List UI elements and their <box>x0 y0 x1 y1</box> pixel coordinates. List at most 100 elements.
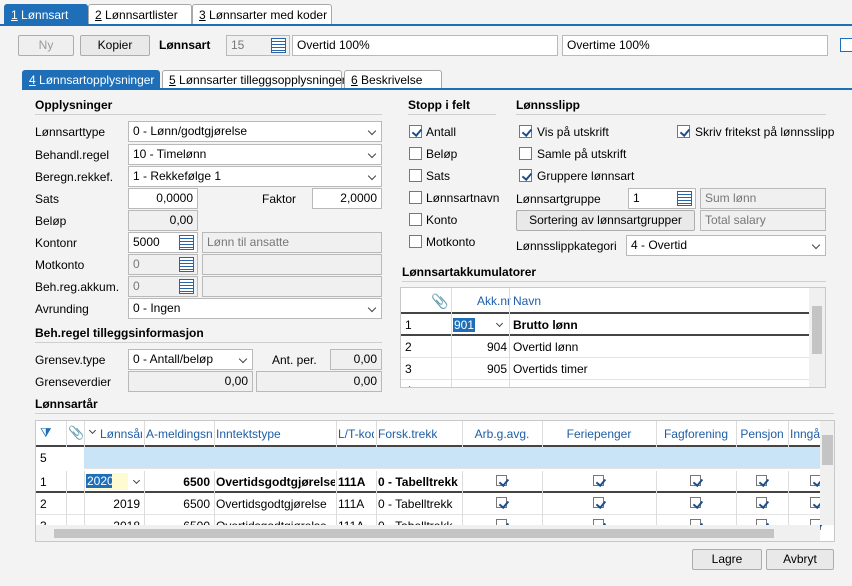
grid-checkbox[interactable] <box>756 497 767 508</box>
akk-col-akknr[interactable]: Akk.nr <box>477 294 511 308</box>
gruppe-input[interactable]: 1 <box>628 188 696 209</box>
new-row[interactable]: 5 <box>36 447 820 469</box>
lonnsartar-grid: ⧩ 📎 Lønnsår A-meldingsnr Inntektstype L/T-kod… <box>35 420 835 542</box>
lonnsartar-col-header[interactable]: Arb.g.avg. <box>464 427 540 441</box>
lagre-button[interactable]: Lagre <box>692 549 762 570</box>
lonnsarttype-select[interactable]: 0 - Lønn/godtgjørelse <box>128 121 382 142</box>
new-button[interactable]: Ny <box>18 35 74 56</box>
scroll-thumb[interactable] <box>822 435 833 465</box>
sats-input[interactable]: 0,0000 <box>128 188 198 209</box>
vis-label: Vis på utskrift <box>537 125 609 139</box>
lonnsartar-col-header[interactable]: A-meldingsnr <box>146 427 212 441</box>
grid-checkbox[interactable] <box>690 475 701 486</box>
kategori-select[interactable]: 4 - Overtid <box>626 235 826 256</box>
sortering-button[interactable]: Sortering av lønnsartgrupper <box>516 210 695 231</box>
lonnsarttype-label: Lønnsarttype <box>35 125 106 139</box>
belop-input[interactable]: 0,00 <box>128 210 198 231</box>
tab-lonnsartopplysninger[interactable]: 4 Lønnsartopplysninger <box>22 70 160 89</box>
lookup-icon[interactable] <box>179 235 194 250</box>
avbryt-button[interactable]: Avbryt <box>766 549 834 570</box>
copy-button[interactable]: Kopier <box>80 35 150 56</box>
fritekst-checkbox[interactable] <box>677 125 690 138</box>
lookup-icon[interactable] <box>179 279 194 294</box>
stopp-checkbox[interactable] <box>409 213 422 226</box>
grid-checkbox[interactable] <box>593 475 604 486</box>
grense2-input[interactable]: 0,00 <box>256 371 382 392</box>
lonnsartar-row[interactable]: 2 2019 6500 Overtidsgodtgjørelse 111A 0 - Tab… <box>36 493 821 515</box>
faktor-input[interactable]: 2,0000 <box>312 188 382 209</box>
stopp-checkbox[interactable] <box>409 147 422 160</box>
lonnsartar-col-header[interactable]: Fagforening <box>658 427 734 441</box>
grid-checkbox[interactable] <box>496 497 507 508</box>
tab-beskrivelse[interactable]: 6 Beskrivelse <box>344 70 442 89</box>
lonnsart-number-field[interactable]: 15 <box>226 35 290 56</box>
faktor-label: Faktor <box>262 192 297 206</box>
lookup-icon[interactable] <box>677 191 692 206</box>
grid-checkbox[interactable] <box>496 475 507 486</box>
lonnsart-name-en-field[interactable]: Overtime 100% <box>562 35 828 56</box>
scroll-thumb[interactable] <box>812 306 822 354</box>
chevron-down-icon[interactable] <box>495 319 504 328</box>
lonnsartar-hscroll[interactable] <box>36 525 820 541</box>
subtab-underline <box>22 88 852 90</box>
gruppe-label: Lønnsartgruppe <box>516 192 601 206</box>
tab-lonnsarter-med-koder[interactable]: 3 Lønnsarter med koder <box>192 4 332 25</box>
motkonto-input[interactable]: 0 <box>128 254 198 275</box>
stopp-label: Motkonto <box>426 235 476 249</box>
lonnsartar-col-header[interactable]: Pensjon <box>738 427 786 441</box>
avrunding-label: Avrunding <box>35 302 89 316</box>
beregn-select[interactable]: 1 - Rekkefølge 1 <box>128 166 382 187</box>
akk-col-navn[interactable]: Navn <box>513 294 541 308</box>
beregn-label: Beregn.rekkef. <box>35 170 114 184</box>
grid-checkbox[interactable] <box>690 497 701 508</box>
lookup-icon[interactable] <box>179 257 194 272</box>
avrunding-select[interactable]: 0 - Ingen <box>128 298 382 319</box>
lonnsartar-col-header[interactable]: Inntektstype <box>216 427 334 441</box>
filter-icon[interactable]: ⧩ <box>40 425 52 441</box>
akk-row[interactable]: 3 905 Overtids timer <box>401 358 809 380</box>
forsk-trekk-value: 0 - Tabelltrekk <box>378 497 453 511</box>
grense1-input[interactable]: 0,00 <box>128 371 253 392</box>
grid-checkbox[interactable] <box>756 475 767 486</box>
row-number: 1 <box>405 318 412 332</box>
antper-input[interactable]: 0,00 <box>330 349 382 370</box>
paperclip-icon: 📎 <box>68 425 85 440</box>
lookup-icon[interactable] <box>271 38 286 53</box>
stopp-checkbox[interactable] <box>409 125 422 138</box>
side-checkbox[interactable] <box>840 38 852 52</box>
behreg-input[interactable]: 0 <box>128 276 198 297</box>
samle-checkbox[interactable] <box>519 147 532 160</box>
kontonr-input[interactable]: 5000 <box>128 232 198 253</box>
akk-scrollbar[interactable] <box>809 288 825 387</box>
sort-chevron-icon[interactable] <box>88 426 97 435</box>
lonnsartar-header: ⧩ 📎 Lønnsår A-meldingsnr Inntektstype L/T-kod… <box>36 421 834 447</box>
akk-grid-header: 📎 Akk.nr Navn <box>401 288 825 314</box>
stopp-checkbox[interactable] <box>409 235 422 248</box>
gruppere-checkbox[interactable] <box>519 169 532 182</box>
kontonr-name: Lønn til ansatte <box>202 232 382 253</box>
chevron-down-icon[interactable] <box>132 476 141 485</box>
behandl-select[interactable]: 10 - Timelønn <box>128 144 382 165</box>
grid-checkbox[interactable] <box>593 497 604 508</box>
vis-checkbox[interactable] <box>519 125 532 138</box>
lonnsartar-col-header[interactable]: Lønnsår <box>100 427 142 441</box>
lonnsartar-col-header[interactable]: Forsk.trekk <box>378 427 460 441</box>
lonnsartar-col-header[interactable]: L/T-kod <box>338 427 374 441</box>
akk-row[interactable]: 1 901 Brutto lønn <box>401 314 809 336</box>
stopp-checkbox[interactable] <box>409 169 422 182</box>
akk-navn: Overtids timer <box>513 362 588 376</box>
tab-lonnsart[interactable]: 1 Lønnsart <box>4 4 88 25</box>
lonnsartar-col-header[interactable]: Feriepenger <box>544 427 654 441</box>
akk-row[interactable]: 4 <box>401 380 809 387</box>
lonnsart-name-no-field[interactable]: Overtid 100% <box>292 35 558 56</box>
lonnsartar-row[interactable]: 1 2020 6500 Overtidsgodtgjørelse 111A 0 - Tab… <box>36 471 821 493</box>
grensev-select[interactable]: 0 - Antall/beløp <box>128 349 253 370</box>
akk-row[interactable]: 2 904 Overtid lønn <box>401 336 809 358</box>
scroll-thumb[interactable] <box>54 529 774 538</box>
stopp-label: Beløp <box>426 147 458 161</box>
lonnsartar-vscroll[interactable] <box>820 421 834 525</box>
akk-grid: 📎 Akk.nr Navn 1 901 Brutto lønn 2 904 Overtid… <box>400 287 826 388</box>
stopp-checkbox[interactable] <box>409 191 422 204</box>
tab-lonnsartlister[interactable]: 2 Lønnsartlister <box>88 4 192 25</box>
tab-tilleggsopplysninger[interactable]: 5 Lønnsarter tilleggsopplysninger <box>162 70 346 89</box>
